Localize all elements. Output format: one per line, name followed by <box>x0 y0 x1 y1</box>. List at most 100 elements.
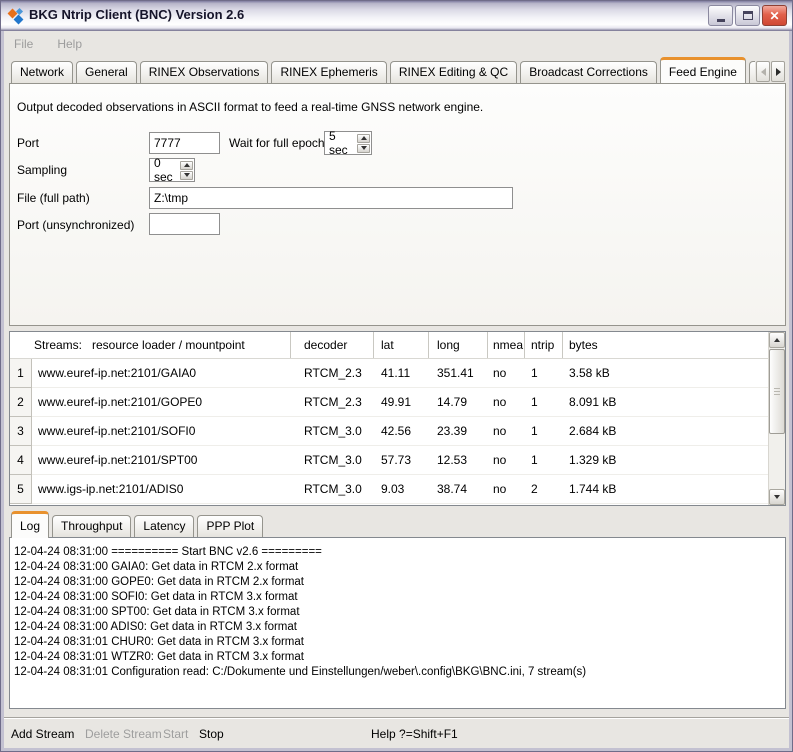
spinner-down-button[interactable] <box>180 171 193 180</box>
cell-bytes: 2.684 kB <box>563 417 768 445</box>
stream-row[interactable]: 1www.euref-ip.net:2101/GAIA0RTCM_2.341.1… <box>10 359 785 388</box>
port-unsynchronized-input[interactable] <box>149 213 220 235</box>
app-window: BKG Ntrip Client (BNC) Version 2.6 ✕ Fil… <box>0 0 793 752</box>
log-line: 12-04-24 08:31:00 GAIA0: Get data in RTC… <box>14 560 781 575</box>
cell-mountpoint: www.euref-ip.net:2101/GAIA0 <box>32 359 291 387</box>
port-label: Port <box>17 132 39 154</box>
file-full-path-input[interactable] <box>149 187 513 209</box>
cell-decoder: RTCM_3.0 <box>291 417 374 445</box>
menu-help[interactable]: Help <box>57 37 82 51</box>
log-line: 12-04-24 08:31:01 Configuration read: C:… <box>14 665 781 680</box>
cell-mountpoint: www.euref-ip.net:2101/GOPE0 <box>32 388 291 416</box>
panel-description: Output decoded observations in ASCII for… <box>17 100 483 114</box>
tab-latency[interactable]: Latency <box>134 515 194 537</box>
tab-rinex-editing-qc[interactable]: RINEX Editing & QC <box>390 61 517 83</box>
sampling-label: Sampling <box>17 159 67 181</box>
start-button: Start <box>163 727 188 741</box>
tab-rinex-observations[interactable]: RINEX Observations <box>140 61 269 83</box>
cell-ntrip: 1 <box>525 388 563 416</box>
port-unsynchronized-label: Port (unsynchronized) <box>17 214 134 236</box>
header-nmea: nmea <box>488 332 525 358</box>
app-icon <box>8 8 25 25</box>
cell-mountpoint: www.igs-ip.net:2101/ADIS0 <box>32 475 291 503</box>
sampling-spinner[interactable]: 0 sec <box>149 158 195 182</box>
log-line: 12-04-24 08:31:00 GOPE0: Get data in RTC… <box>14 575 781 590</box>
wait-for-full-epoch-spinner[interactable]: 5 sec <box>324 131 372 155</box>
arrow-up-icon <box>774 338 780 342</box>
scrollbar-thumb[interactable] <box>769 349 785 434</box>
maximize-icon <box>743 11 753 20</box>
header-long: long <box>429 332 488 358</box>
chevron-left-icon <box>761 68 766 76</box>
arrow-down-icon <box>361 146 367 150</box>
file-full-path-label: File (full path) <box>17 187 90 209</box>
log-area: 12-04-24 08:31:00 ========== Start BNC v… <box>9 537 786 709</box>
minimize-button[interactable] <box>708 5 733 26</box>
cell-ntrip: 1 <box>525 417 563 445</box>
cell-mountpoint: www.euref-ip.net:2101/SPT00 <box>32 446 291 474</box>
delete-stream-button: Delete Stream <box>85 727 162 741</box>
spinner-up-button[interactable] <box>357 134 370 143</box>
log-line: 12-04-24 08:31:00 ========== Start BNC v… <box>14 545 781 560</box>
stream-row[interactable]: 4www.euref-ip.net:2101/SPT00RTCM_3.057.7… <box>10 446 785 475</box>
cell-row-number: 1 <box>10 359 32 388</box>
cell-bytes: 8.091 kB <box>563 388 768 416</box>
tab-broadcast-corrections[interactable]: Broadcast Corrections <box>520 61 657 83</box>
maximize-button[interactable] <box>735 5 760 26</box>
tab-throughput[interactable]: Throughput <box>52 515 131 537</box>
spinner-up-button[interactable] <box>180 161 193 170</box>
add-stream-button[interactable]: Add Stream <box>11 727 74 741</box>
cell-long: 351.41 <box>429 359 488 387</box>
log-line: 12-04-24 08:31:00 SOFI0: Get data in RTC… <box>14 590 781 605</box>
tab-log[interactable]: Log <box>11 511 49 538</box>
cell-lat: 49.91 <box>374 388 429 416</box>
window-controls: ✕ <box>708 5 787 26</box>
scroll-down-button[interactable] <box>769 489 785 505</box>
close-button[interactable]: ✕ <box>762 5 787 26</box>
cell-decoder: RTCM_2.3 <box>291 359 374 387</box>
cell-nmea: no <box>488 446 525 474</box>
header-decoder: decoder <box>291 332 374 358</box>
cell-nmea: no <box>488 388 525 416</box>
chevron-right-icon <box>776 68 781 76</box>
spinner-down-button[interactable] <box>357 144 370 153</box>
cell-mountpoint: www.euref-ip.net:2101/SOFI0 <box>32 417 291 445</box>
cell-lat: 41.11 <box>374 359 429 387</box>
menu-bar: File Help <box>4 31 789 56</box>
tab-scroll-right-button[interactable] <box>771 61 785 82</box>
cell-lat: 57.73 <box>374 446 429 474</box>
log-line: 12-04-24 08:31:01 WTZR0: Get data in RTC… <box>14 650 781 665</box>
header-bytes: bytes <box>563 332 768 358</box>
tab-bar: NetworkGeneralRINEX ObservationsRINEX Ep… <box>11 57 755 83</box>
log-line: 12-04-24 08:31:01 CHUR0: Get data in RTC… <box>14 635 781 650</box>
streams-table: Streams: resource loader / mountpointdec… <box>9 331 786 506</box>
cell-long: 23.39 <box>429 417 488 445</box>
cell-ntrip: 1 <box>525 359 563 387</box>
header-lat: lat <box>374 332 429 358</box>
streams-rows: 1www.euref-ip.net:2101/GAIA0RTCM_2.341.1… <box>10 359 785 504</box>
minimize-icon <box>717 19 725 22</box>
log-line: 12-04-24 08:31:00 SPT00: Get data in RTC… <box>14 605 781 620</box>
wait-spinner-value: 5 sec <box>325 129 356 157</box>
cell-long: 12.53 <box>429 446 488 474</box>
cell-lat: 42.56 <box>374 417 429 445</box>
tab-ppp-plot[interactable]: PPP Plot <box>197 515 263 537</box>
arrow-up-icon <box>361 136 367 140</box>
tab-network[interactable]: Network <box>11 61 73 83</box>
tab-serial-ou[interactable]: Serial Ou <box>749 61 755 83</box>
tab-rinex-ephemeris[interactable]: RINEX Ephemeris <box>271 61 386 83</box>
stream-row[interactable]: 2www.euref-ip.net:2101/GOPE0RTCM_2.349.9… <box>10 388 785 417</box>
port-input[interactable] <box>149 132 220 154</box>
tab-feed-engine[interactable]: Feed Engine <box>660 57 746 83</box>
stream-row[interactable]: 5www.igs-ip.net:2101/ADIS0RTCM_3.09.0338… <box>10 475 785 504</box>
sampling-spinner-buttons <box>179 160 194 181</box>
stream-row[interactable]: 3www.euref-ip.net:2101/SOFI0RTCM_3.042.5… <box>10 417 785 446</box>
wait-spinner-buttons <box>356 133 371 154</box>
scroll-up-button[interactable] <box>769 332 785 348</box>
arrow-down-icon <box>184 173 190 177</box>
stop-button[interactable]: Stop <box>199 727 224 741</box>
cell-row-number: 2 <box>10 388 32 417</box>
tab-general[interactable]: General <box>76 61 137 83</box>
streams-scrollbar[interactable] <box>768 332 785 505</box>
menu-file[interactable]: File <box>14 37 33 51</box>
